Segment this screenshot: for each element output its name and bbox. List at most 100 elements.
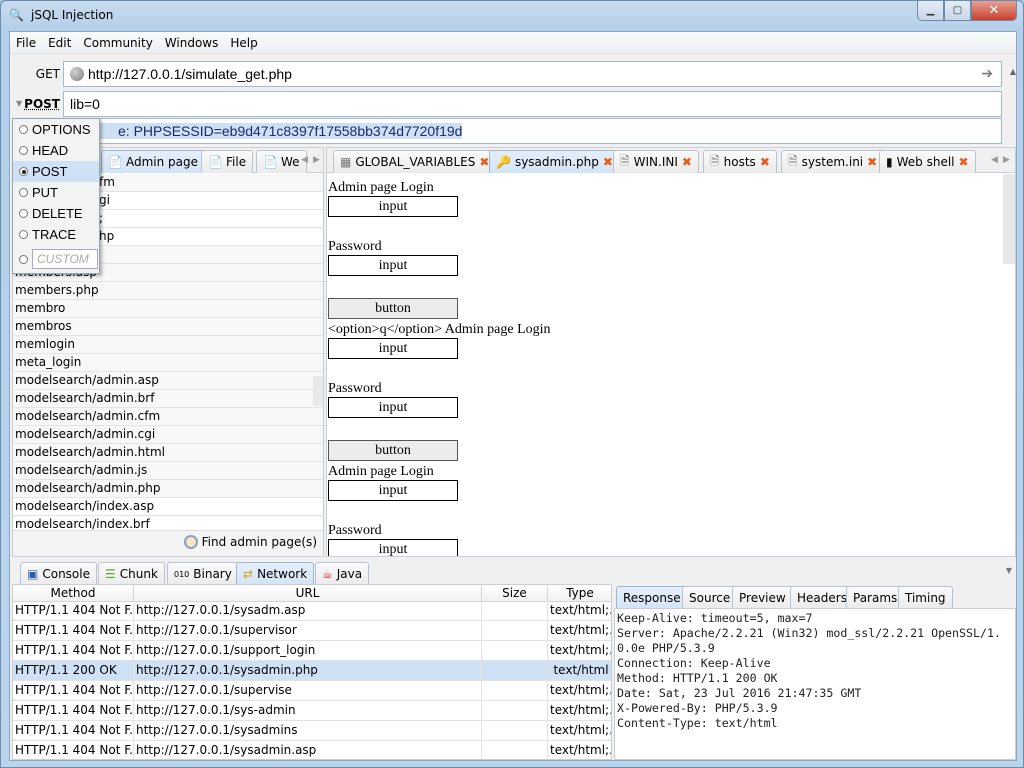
tab-headers[interactable]: Headers <box>790 586 854 609</box>
method-option-post[interactable]: POST <box>13 161 99 182</box>
method-option-head[interactable]: HEAD <box>13 140 99 161</box>
tab-scroll-left-icon[interactable]: ◀ <box>991 155 998 165</box>
table-row[interactable]: HTTP/1.1 404 Not F... http://127.0.0.1/sy… <box>13 741 611 759</box>
collapse-up-icon[interactable]: ▲ <box>1010 67 1016 76</box>
get-url-input[interactable]: http://127.0.0.1/simulate_get.php ➔ <box>63 61 1002 87</box>
password-label: Password <box>328 381 382 396</box>
col-size[interactable]: Size <box>482 585 548 602</box>
list-scrollbar[interactable] <box>313 376 323 406</box>
table-row[interactable]: HTTP/1.1 404 Not F... http://127.0.0.1/sy… <box>13 601 611 621</box>
tab-params[interactable]: Params <box>846 586 905 609</box>
menu-edit[interactable]: Edit <box>47 36 72 50</box>
tab-scroll-right-icon[interactable]: ▶ <box>313 155 320 165</box>
tab-global-variables[interactable]: ▦ GLOBAL_VARIABLES ✖ <box>333 150 497 173</box>
list-item[interactable]: modelsearch/admin.asp <box>13 372 323 390</box>
close-button[interactable]: ✕ <box>971 1 1017 21</box>
login-input[interactable]: input <box>328 196 458 217</box>
result-tab-bar: ▦ GLOBAL_VARIABLES ✖ 🔑 sysadmin.php ✖ 🗎 WIN.INI… <box>327 148 1015 173</box>
list-item[interactable]: membro <box>13 300 323 318</box>
list-item[interactable]: modelsearch/admin.brf <box>13 390 323 408</box>
tab-timing[interactable]: Timing <box>898 586 953 609</box>
tab-chunk[interactable]: ☰ Chunk <box>98 562 165 585</box>
list-item[interactable]: modelsearch/admin.php <box>13 480 323 498</box>
tab-win-ini[interactable]: 🗎 WIN.INI ✖ <box>613 150 699 173</box>
tab-source[interactable]: Source <box>682 586 738 609</box>
find-admin-pages-button[interactable]: Find admin page(s) <box>183 535 317 549</box>
tab-admin-page[interactable]: 📄 Admin page <box>101 150 206 173</box>
post-method-toggle[interactable]: POST <box>10 97 60 111</box>
col-method[interactable]: Method <box>13 585 134 602</box>
password-input[interactable]: input <box>328 255 458 276</box>
method-option-custom[interactable]: CUSTOM <box>13 245 99 273</box>
list-item[interactable]: modelsearch/admin.cgi <box>13 426 323 444</box>
radio-icon <box>19 209 28 218</box>
maximize-button[interactable]: ▢ <box>944 1 971 21</box>
preview-scrollbar[interactable] <box>1003 174 1015 264</box>
tab-binary[interactable]: 010 Binary <box>167 562 239 585</box>
password-input[interactable]: input <box>328 397 458 418</box>
col-url[interactable]: URL <box>134 585 482 602</box>
header-input[interactable]: e: PHPSESSID=eb9d471c8397f17558bb374d772… <box>63 118 1002 144</box>
close-tab-icon[interactable]: ✖ <box>867 155 877 169</box>
table-row[interactable]: HTTP/1.1 404 Not F... http://127.0.0.1/su… <box>13 681 611 701</box>
close-tab-icon[interactable]: ✖ <box>603 155 613 169</box>
tab-hosts[interactable]: 🗎 hosts ✖ <box>703 150 777 173</box>
col-type[interactable]: Type <box>548 585 611 602</box>
tab-file[interactable]: 📄 File <box>201 150 254 173</box>
list-item[interactable]: members.php <box>13 282 323 300</box>
tab-webshell[interactable]: 📄 We <box>256 150 307 173</box>
submit-button[interactable]: button <box>328 440 458 461</box>
tab-preview[interactable]: Preview <box>732 586 793 609</box>
cell-url: http://127.0.0.1/sysadmins <box>134 721 482 741</box>
list-item[interactable]: modelsearch/index.asp <box>13 498 323 516</box>
cell-type: text/html;... <box>548 681 611 701</box>
list-item[interactable]: modelsearch/admin.html <box>13 444 323 462</box>
tab-web-shell[interactable]: ▮ Web shell ✖ <box>879 150 976 173</box>
menu-help[interactable]: Help <box>229 36 258 50</box>
list-item[interactable]: modelsearch/admin.js <box>13 462 323 480</box>
panel-menu-icon[interactable]: ▼ <box>1006 566 1012 575</box>
method-option-options[interactable]: OPTIONS <box>13 119 99 140</box>
login-input[interactable]: input <box>328 338 458 359</box>
tab-sysadmin-php[interactable]: 🔑 sysadmin.php ✖ <box>489 150 620 173</box>
close-tab-icon[interactable]: ✖ <box>760 155 770 169</box>
cell-size <box>482 701 548 721</box>
method-option-put[interactable]: PUT <box>13 182 99 203</box>
go-arrow-icon[interactable]: ➔ <box>981 65 993 82</box>
table-row[interactable]: HTTP/1.1 404 Not F... http://127.0.0.1/sy… <box>13 721 611 741</box>
tab-label: Admin page <box>126 155 199 169</box>
list-item[interactable]: memlogin <box>13 336 323 354</box>
tab-network[interactable]: ⇄ Network <box>236 562 315 585</box>
close-tab-icon[interactable]: ✖ <box>479 155 489 169</box>
method-option-delete[interactable]: DELETE <box>13 203 99 224</box>
list-item[interactable]: modelsearch/index.brf <box>13 516 323 530</box>
response-line: Content-Type: text/html <box>617 716 778 730</box>
menu-community[interactable]: Community <box>82 36 153 50</box>
tab-response[interactable]: Response <box>616 586 688 609</box>
tab-scroll-right-icon[interactable]: ▶ <box>1003 155 1010 165</box>
tab-java[interactable]: ☕ Java <box>315 562 370 585</box>
table-row[interactable]: HTTP/1.1 404 Not F... http://127.0.0.1/sy… <box>13 701 611 721</box>
tab-scroll-left-icon[interactable]: ◀ <box>301 155 308 165</box>
minimize-button[interactable]: ▁ <box>917 1 944 21</box>
list-item[interactable]: modelsearch/admin.cfm <box>13 408 323 426</box>
custom-method-input[interactable]: CUSTOM <box>32 249 98 269</box>
tab-console[interactable]: ▣ Console <box>20 562 97 585</box>
method-option-trace[interactable]: TRACE <box>13 224 99 245</box>
table-row[interactable]: HTTP/1.1 404 Not F... http://127.0.0.1/su… <box>13 621 611 641</box>
close-tab-icon[interactable]: ✖ <box>682 155 692 169</box>
list-item[interactable]: membros <box>13 318 323 336</box>
menu-windows[interactable]: Windows <box>164 36 220 50</box>
password-input[interactable]: input <box>328 539 458 556</box>
table-row[interactable]: HTTP/1.1 404 Not F... http://127.0.0.1/su… <box>13 641 611 661</box>
menu-file[interactable]: File <box>15 36 37 50</box>
menu-bar: File Edit Community Windows Help <box>10 32 1016 54</box>
tab-system-ini[interactable]: 🗎 system.ini ✖ <box>781 150 885 173</box>
close-tab-icon[interactable]: ✖ <box>959 155 969 169</box>
table-row[interactable]: HTTP/1.1 200 OK http://127.0.0.1/sysadmin… <box>13 661 611 681</box>
submit-button[interactable]: button <box>328 298 458 319</box>
list-item[interactable]: meta_login <box>13 354 323 372</box>
response-line: Server: Apache/2.2.21 (Win32) mod_ssl/2.… <box>617 626 1001 655</box>
post-data-input[interactable]: lib=0 <box>63 91 1002 117</box>
login-input[interactable]: input <box>328 480 458 501</box>
